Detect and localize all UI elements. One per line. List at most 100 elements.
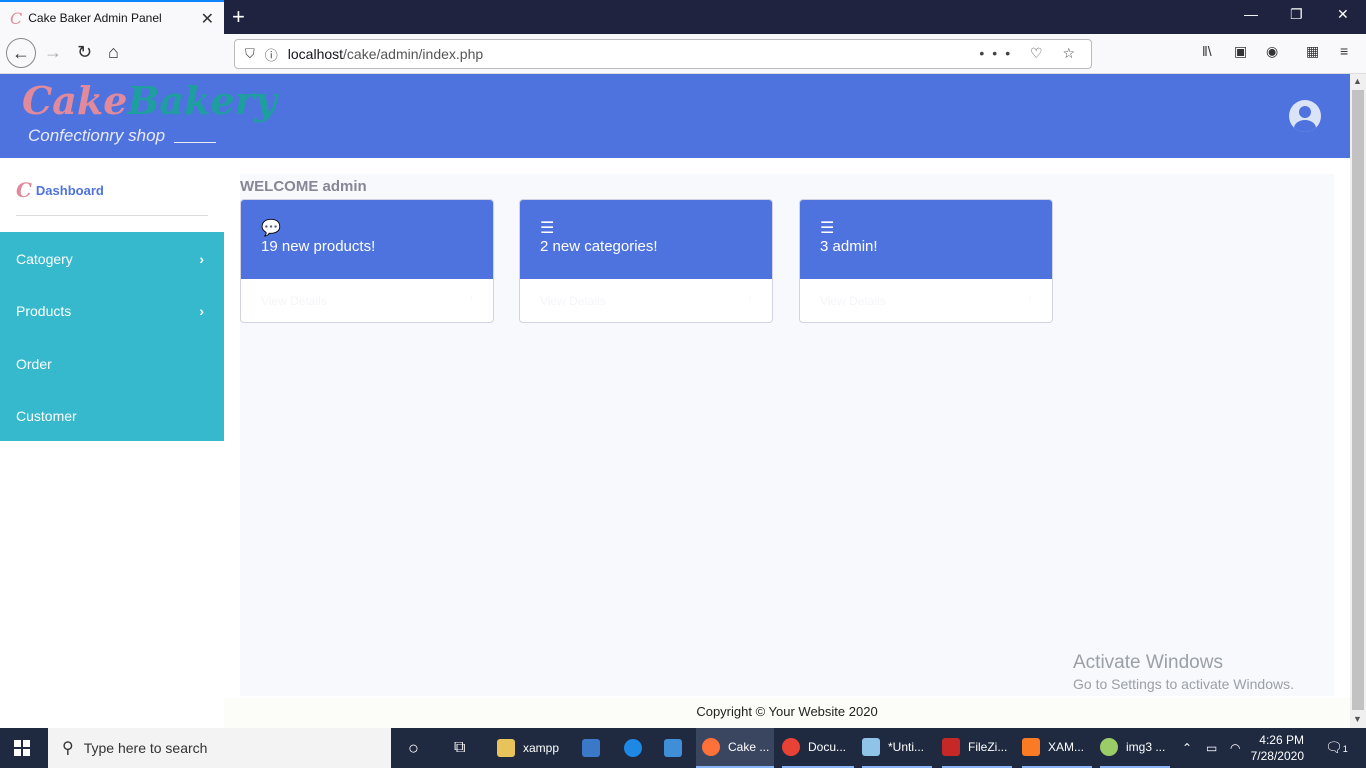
extensions-icon[interactable]: ▦ bbox=[1306, 43, 1319, 60]
chevron-right-icon: › bbox=[748, 292, 752, 304]
sidebar-menu: Catogery › Products › Order Customer bbox=[0, 232, 224, 441]
taskbar-app-paint[interactable]: img3 ... bbox=[1100, 728, 1170, 768]
browser-tab-active[interactable]: C Cake Baker Admin Panel ✕ bbox=[0, 0, 224, 34]
search-icon: ⚲ bbox=[62, 740, 74, 757]
clock-time: 4:26 PM bbox=[1259, 733, 1304, 747]
card-admin: ☰ 3 admin! View Details › bbox=[799, 199, 1053, 323]
edge-icon[interactable] bbox=[624, 728, 650, 768]
welcome-heading: WELCOME admin bbox=[240, 178, 367, 195]
tagline-underline bbox=[174, 142, 216, 143]
card-header: ☰ 2 new categories! bbox=[520, 200, 772, 279]
windows-start-icon[interactable] bbox=[14, 740, 30, 756]
forward-button-icon[interactable]: → bbox=[44, 42, 62, 63]
reload-icon[interactable]: ↻ bbox=[77, 42, 92, 63]
address-bar[interactable]: ⛉ ⓘ localhost /cake/admin/index.php ••• … bbox=[234, 39, 1092, 69]
scroll-up-icon[interactable]: ▲ bbox=[1353, 76, 1362, 86]
taskbar-app-label: Docu... bbox=[808, 740, 847, 754]
sidebar-item-dashboard[interactable]: C Dashboard bbox=[16, 178, 104, 202]
url-host: localhost bbox=[287, 46, 344, 62]
card-text: 19 new products! bbox=[261, 238, 376, 255]
view-details-link[interactable]: View Details bbox=[261, 294, 327, 308]
brand-logo[interactable]: CakeBakery bbox=[22, 78, 277, 123]
menu-icon[interactable]: ≡ bbox=[1340, 43, 1348, 59]
url-path: /cake/admin/index.php bbox=[343, 46, 484, 62]
home-icon[interactable]: ⌂ bbox=[108, 42, 119, 63]
card-header: ☰ 3 admin! bbox=[800, 200, 1052, 279]
taskbar-app-label: *Unti... bbox=[888, 740, 925, 754]
chevron-right-icon: › bbox=[1028, 292, 1032, 304]
page-footer: Copyright © Your Website 2020 bbox=[224, 698, 1350, 728]
notification-center-icon[interactable]: 🗨1 bbox=[1325, 739, 1348, 756]
task-view-icon[interactable]: ⧉ bbox=[454, 728, 465, 768]
close-tab-icon[interactable]: ✕ bbox=[201, 9, 214, 29]
watermark-subtitle: Go to Settings to activate Windows. bbox=[1073, 676, 1294, 692]
wifi-icon[interactable]: ◠ bbox=[1230, 728, 1240, 768]
taskbar-app-chrome[interactable]: Docu... bbox=[782, 728, 854, 768]
card-categories: ☰ 2 new categories! View Details › bbox=[519, 199, 773, 323]
shield-icon[interactable]: ⛉ bbox=[245, 46, 255, 62]
scroll-down-icon[interactable]: ▼ bbox=[1353, 714, 1362, 724]
page-actions-icon[interactable]: ••• ♡ ☆ bbox=[979, 45, 1083, 62]
view-details-link[interactable]: View Details bbox=[820, 294, 886, 308]
taskbar-app-notepad[interactable]: *Unti... bbox=[862, 728, 932, 768]
account-icon[interactable]: ◉ bbox=[1266, 43, 1278, 60]
main-content: WELCOME admin 💬 19 new products! View De… bbox=[240, 174, 1334, 696]
windows-taskbar: ⚲ Type here to search ○ ⧉ xampp Cake ...… bbox=[0, 728, 1366, 768]
dashboard-label: Dashboard bbox=[35, 182, 104, 198]
activate-windows-watermark: Activate Windows Go to Settings to activ… bbox=[1073, 652, 1294, 692]
dashboard-logo-icon: C bbox=[16, 178, 32, 202]
chevron-right-icon: › bbox=[199, 303, 204, 319]
scrollbar-thumb[interactable] bbox=[1352, 90, 1364, 710]
user-avatar-icon[interactable] bbox=[1289, 100, 1321, 132]
sidebar-item-label: Products bbox=[16, 303, 72, 319]
library-icon[interactable]: ‖\ bbox=[1202, 43, 1212, 59]
sidebar-item-products[interactable]: Products › bbox=[16, 303, 208, 319]
new-tab-button[interactable]: + bbox=[232, 4, 245, 30]
sidebar-item-catogery[interactable]: Catogery › bbox=[16, 251, 208, 267]
sidebar-item-label: Catogery bbox=[16, 251, 73, 267]
taskbar-app-xampp-folder[interactable]: xampp bbox=[497, 728, 559, 768]
cortana-icon[interactable]: ○ bbox=[408, 728, 419, 768]
sidebar-item-customer[interactable]: Customer bbox=[16, 408, 208, 424]
filezilla-icon bbox=[942, 738, 960, 756]
minimize-icon[interactable]: — bbox=[1244, 6, 1258, 22]
page-scrollbar[interactable]: ▲ ▼ bbox=[1350, 74, 1366, 728]
clock-date: 7/28/2020 bbox=[1250, 749, 1304, 763]
view-details-link[interactable]: View Details bbox=[540, 294, 606, 308]
chevron-right-icon: › bbox=[199, 251, 204, 267]
taskbar-app-firefox[interactable]: Cake ... bbox=[696, 728, 774, 768]
list-icon: ☰ bbox=[540, 220, 555, 237]
battery-icon[interactable]: ▭ bbox=[1206, 728, 1217, 768]
brand-tagline: Confectionry shop bbox=[28, 126, 166, 145]
taskbar-app-label: img3 ... bbox=[1126, 740, 1166, 754]
chrome-icon bbox=[782, 738, 800, 756]
sidebar-divider bbox=[16, 215, 208, 216]
close-window-icon[interactable]: ✕ bbox=[1337, 6, 1349, 23]
notification-count: 1 bbox=[1342, 744, 1348, 754]
info-icon[interactable]: ⓘ bbox=[265, 45, 278, 64]
sidebar-icon[interactable]: ▣ bbox=[1234, 43, 1247, 60]
chevron-up-icon[interactable]: ⌃ bbox=[1182, 728, 1192, 768]
brand-part2: Bakery bbox=[127, 78, 277, 123]
page-viewport: CakeBakery Confectionry shop C Dashboard… bbox=[0, 74, 1350, 728]
back-button-icon[interactable]: ← bbox=[6, 38, 36, 68]
brand-part1: Cake bbox=[22, 78, 128, 123]
search-placeholder: Type here to search bbox=[83, 740, 208, 756]
card-header: 💬 19 new products! bbox=[241, 200, 493, 279]
folder-icon bbox=[497, 739, 515, 757]
sidebar-item-label: Order bbox=[16, 356, 52, 372]
sidebar-header: C Dashboard bbox=[0, 158, 224, 232]
copyright-text: Copyright © Your Website 2020 bbox=[696, 704, 878, 719]
mail-icon[interactable] bbox=[664, 728, 690, 768]
firefox-icon bbox=[702, 738, 720, 756]
taskbar-app-label: FileZi... bbox=[968, 740, 1008, 754]
taskbar-search-box[interactable]: ⚲ Type here to search bbox=[48, 728, 391, 768]
store-icon[interactable] bbox=[582, 728, 608, 768]
restore-icon[interactable]: ❐ bbox=[1290, 6, 1303, 23]
taskbar-app-xampp[interactable]: XAM... bbox=[1022, 728, 1092, 768]
paint-icon bbox=[1100, 738, 1118, 756]
xampp-icon bbox=[1022, 738, 1040, 756]
sidebar-item-order[interactable]: Order bbox=[16, 356, 208, 372]
taskbar-clock[interactable]: 4:26 PM 7/28/2020 bbox=[1244, 732, 1304, 764]
taskbar-app-filezilla[interactable]: FileZi... bbox=[942, 728, 1012, 768]
